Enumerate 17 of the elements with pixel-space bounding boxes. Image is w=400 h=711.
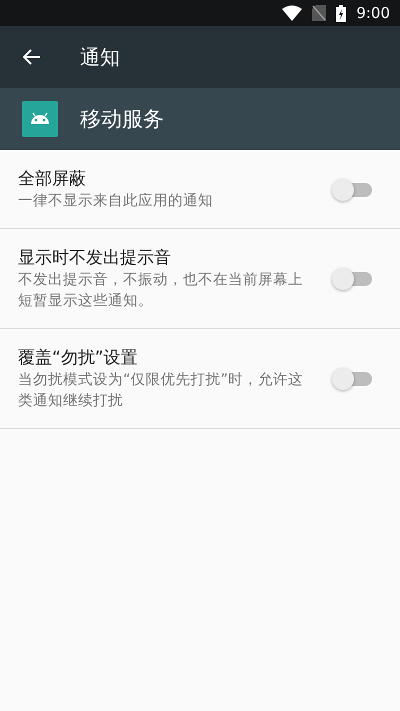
- toggle-switch[interactable]: [332, 367, 372, 391]
- wifi-icon: [282, 5, 302, 21]
- setting-summary: 一律不显示来自此应用的通知: [18, 192, 214, 211]
- toggle-switch[interactable]: [332, 178, 372, 202]
- setting-summary: 不发出提示音，不振动，也不在当前屏幕上短暂显示这些通知。: [18, 270, 304, 311]
- toggle-switch[interactable]: [332, 267, 372, 291]
- setting-title: 全部屏蔽: [18, 168, 87, 191]
- screen-title: 通知: [80, 44, 120, 70]
- battery-charging-icon: [336, 4, 346, 22]
- android-app-icon: [22, 101, 58, 137]
- app-name: 移动服务: [80, 106, 164, 133]
- no-sim-icon: [312, 5, 326, 21]
- setting-title: 覆盖“勿扰”设置: [18, 347, 139, 370]
- back-arrow-icon[interactable]: [23, 49, 41, 65]
- clock-time: 9:00: [356, 4, 390, 22]
- setting-summary: 当勿扰模式设为“仅限优先打扰”时，允许这类通知继续打扰: [18, 371, 304, 411]
- setting-title: 显示时不发出提示音: [18, 247, 172, 270]
